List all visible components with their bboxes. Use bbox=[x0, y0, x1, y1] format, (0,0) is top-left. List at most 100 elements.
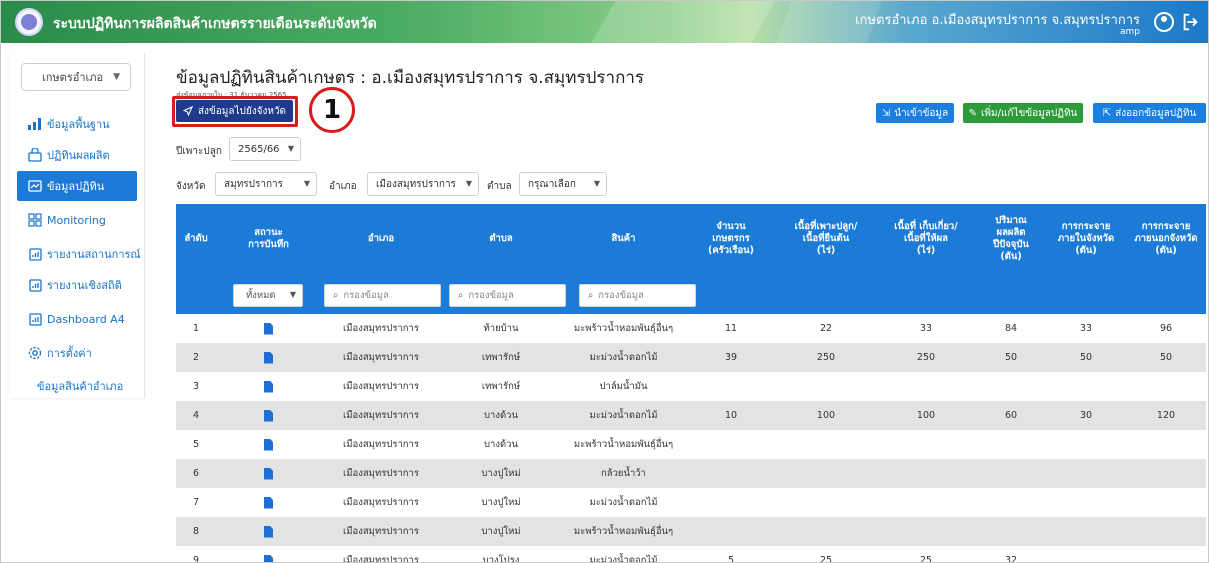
table-row[interactable]: 1 เมืองสมุทรปราการ ท้ายบ้าน มะพร้าวน้ำหอมพั… bbox=[176, 314, 1206, 343]
sidebar-item-monitoring[interactable]: Monitoring bbox=[9, 205, 145, 235]
col-header-in-province[interactable]: การกระจาย ภายในจังหวัด (ตัน) bbox=[1046, 204, 1126, 274]
cell-output bbox=[976, 372, 1046, 401]
document-icon[interactable] bbox=[264, 351, 273, 364]
sidebar-item-statistics-report[interactable]: รายงานเชิงสถิติ bbox=[9, 270, 145, 300]
cell-out_prov: 96 bbox=[1159, 323, 1173, 334]
col-header-product[interactable]: สินค้า bbox=[556, 204, 691, 274]
sidebar-item-label: รายงานเชิงสถิติ bbox=[47, 279, 122, 292]
table-row[interactable]: 8 เมืองสมุทรปราการ บางปูใหม่ มะพร้าวน้ำหอมพ… bbox=[176, 517, 1206, 546]
sidebar-item-settings[interactable]: การตั้งค่า bbox=[9, 338, 145, 368]
cell-harvest: 100 bbox=[916, 410, 936, 421]
cell-farmers: 39 bbox=[724, 352, 738, 363]
table-row[interactable]: 9 เมืองสมุทรปราการ บางโปรง มะม่วงน้ำดอกไม้ 5… bbox=[176, 546, 1206, 563]
col-header-status[interactable]: สถานะ การบันทึก bbox=[231, 204, 306, 274]
record-status-cell bbox=[231, 517, 306, 546]
col-header-harvest-area[interactable]: เนื้อที่ เก็บเกี่ยว/ เนื้อที่ให้ผล (ไร่) bbox=[876, 204, 976, 274]
document-icon[interactable] bbox=[264, 554, 273, 562]
col-header-out-province[interactable]: การกระจาย ภายนอกจังหวัด (ตัน) bbox=[1126, 204, 1206, 274]
cell-planted: 100 bbox=[816, 410, 836, 421]
table-row[interactable]: 2 เมืองสมุทรปราการ เทพารักษ์ มะม่วงน้ำดอกไม… bbox=[176, 343, 1206, 372]
user-profile-icon[interactable] bbox=[1154, 12, 1174, 32]
add-edit-calendar-button[interactable]: ✎ เพิ่ม/แก้ไขข้อมูลปฏิทิน bbox=[963, 103, 1083, 123]
col-header-no[interactable]: ลำดับ bbox=[176, 204, 216, 274]
sidebar-item-label: ข้อมูลพื้นฐาน bbox=[47, 118, 110, 131]
department-logo-icon bbox=[15, 8, 43, 36]
document-icon[interactable] bbox=[264, 525, 273, 538]
role-select[interactable]: เกษตรอำเภอ ▼ bbox=[21, 63, 131, 91]
cell-in_prov bbox=[1046, 517, 1126, 546]
sidebar-subitem-district-products[interactable]: ข้อมูลสินค้าอำเภอ bbox=[37, 377, 123, 395]
chevron-down-icon: ▼ bbox=[287, 144, 294, 153]
cell-in_prov bbox=[1046, 430, 1126, 459]
logout-icon[interactable] bbox=[1180, 11, 1202, 33]
top-header: ระบบปฏิทินการผลิตสินค้าเกษตรรายเดือนระดั… bbox=[1, 1, 1208, 43]
season-select[interactable]: 2565/66 ▼ bbox=[229, 137, 301, 161]
sidebar-item-label: การตั้งค่า bbox=[47, 347, 92, 360]
cell-subdistrict: เทพารักษ์ bbox=[481, 381, 521, 392]
sidebar-item-dashboard-a4[interactable]: Dashboard A4 bbox=[9, 304, 145, 334]
cell-district: เมืองสมุทรปราการ bbox=[343, 526, 419, 537]
subdistrict-select[interactable]: กรุณาเลือก ▼ bbox=[519, 172, 607, 196]
cell-planted: 22 bbox=[819, 323, 833, 334]
cell-in_prov bbox=[1046, 459, 1126, 488]
cell-in_prov bbox=[1046, 546, 1126, 562]
export-calendar-button[interactable]: ⇱ ส่งออกข้อมูลปฏิทิน bbox=[1093, 103, 1206, 123]
step-number-badge: 1 bbox=[309, 87, 355, 133]
table-row[interactable]: 7 เมืองสมุทรปราการ บางปูใหม่ มะม่วงน้ำดอกไม… bbox=[176, 488, 1206, 517]
cell-output: 32 bbox=[1004, 555, 1018, 563]
season-select-value: 2565/66 bbox=[238, 143, 280, 155]
table-row[interactable]: 4 เมืองสมุทรปราการ บางด้วน มะม่วงน้ำดอกไม้ 1… bbox=[176, 401, 1206, 430]
chevron-down-icon: ▼ bbox=[465, 179, 472, 188]
province-label: จังหวัด bbox=[176, 181, 206, 192]
grid-icon bbox=[27, 212, 43, 228]
table-header: ลำดับ สถานะ การบันทึก อำเภอ ตำบล สินค้า … bbox=[176, 204, 1206, 274]
cell-output bbox=[976, 459, 1046, 488]
cell-product: มะม่วงน้ำดอกไม้ bbox=[589, 497, 658, 508]
import-data-button[interactable]: ⇲ นำเข้าข้อมูล bbox=[876, 103, 954, 123]
col-header-output[interactable]: ปริมาณ ผลผลิต ปีปัจจุบัน (ตัน) bbox=[976, 204, 1046, 274]
table-row[interactable]: 6 เมืองสมุทรปราการ บางปูใหม่ กล้วยน้ำว้า bbox=[176, 459, 1206, 488]
col-header-farmers[interactable]: จำนวน เกษตรกร (ครัวเรือน) bbox=[691, 204, 771, 274]
cell-in_prov bbox=[1046, 488, 1126, 517]
province-select[interactable]: สมุทรปราการ ▼ bbox=[215, 172, 317, 196]
cell-farmers bbox=[691, 372, 771, 401]
sidebar-item-basic-data[interactable]: ข้อมูลพื้นฐาน bbox=[9, 109, 145, 139]
cell-output bbox=[976, 430, 1046, 459]
district-select[interactable]: เมืองสมุทรปราการ ▼ bbox=[367, 172, 479, 196]
cell-no: 3 bbox=[192, 381, 200, 392]
document-icon[interactable] bbox=[264, 496, 273, 509]
cell-farmers bbox=[691, 517, 771, 546]
bag-icon bbox=[27, 147, 43, 163]
cell-district: เมืองสมุทรปราการ bbox=[343, 439, 419, 450]
document-icon[interactable] bbox=[264, 322, 273, 335]
sidebar-item-production-calendar[interactable]: ปฏิทินผลผลิต bbox=[9, 140, 145, 170]
status-filter-select[interactable]: ทั้งหมด ▼ bbox=[233, 284, 303, 307]
col-header-planted-area[interactable]: เนื้อที่เพาะปลูก/ เนื้อที่ยืนต้น (ไร่) bbox=[776, 204, 876, 274]
cell-output: 84 bbox=[1004, 323, 1018, 334]
col-header-district[interactable]: อำเภอ bbox=[316, 204, 446, 274]
table-row[interactable]: 3 เมืองสมุทรปราการ เทพารักษ์ ปาล์มน้ำมัน bbox=[176, 372, 1206, 401]
cell-subdistrict: บางปูใหม่ bbox=[481, 468, 521, 479]
import-button-label: นำเข้าข้อมูล bbox=[894, 107, 949, 119]
calendar-chart-icon bbox=[27, 178, 43, 194]
document-icon[interactable] bbox=[264, 380, 273, 393]
document-icon[interactable] bbox=[264, 438, 273, 451]
subdistrict-filter-input[interactable]: ⌕ กรองข้อมูล bbox=[449, 284, 566, 307]
document-icon[interactable] bbox=[264, 467, 273, 480]
cell-in_prov: 33 bbox=[1079, 323, 1093, 334]
product-filter-input[interactable]: ⌕ กรองข้อมูล bbox=[579, 284, 696, 307]
sidebar-item-situation-report[interactable]: รายงานสถานการณ์ bbox=[9, 239, 145, 269]
district-filter-input[interactable]: ⌕ กรองข้อมูล bbox=[324, 284, 441, 307]
cell-harvest: 250 bbox=[916, 352, 936, 363]
document-icon[interactable] bbox=[264, 409, 273, 422]
cell-farmers bbox=[691, 430, 771, 459]
add-button-label: เพิ่ม/แก้ไขข้อมูลปฏิทิน bbox=[981, 107, 1078, 119]
cell-harvest bbox=[876, 488, 976, 517]
table-row[interactable]: 5 เมืองสมุทรปราการ บางด้วน มะพร้าวน้ำหอมพัน… bbox=[176, 430, 1206, 459]
cell-out_prov bbox=[1126, 546, 1206, 562]
cell-out_prov bbox=[1126, 488, 1206, 517]
col-header-subdistrict[interactable]: ตำบล bbox=[446, 204, 556, 274]
cell-harvest: 25 bbox=[919, 555, 933, 563]
sidebar-item-calendar-data[interactable]: ข้อมูลปฏิทิน bbox=[17, 171, 137, 201]
cell-output: 50 bbox=[1004, 352, 1018, 363]
